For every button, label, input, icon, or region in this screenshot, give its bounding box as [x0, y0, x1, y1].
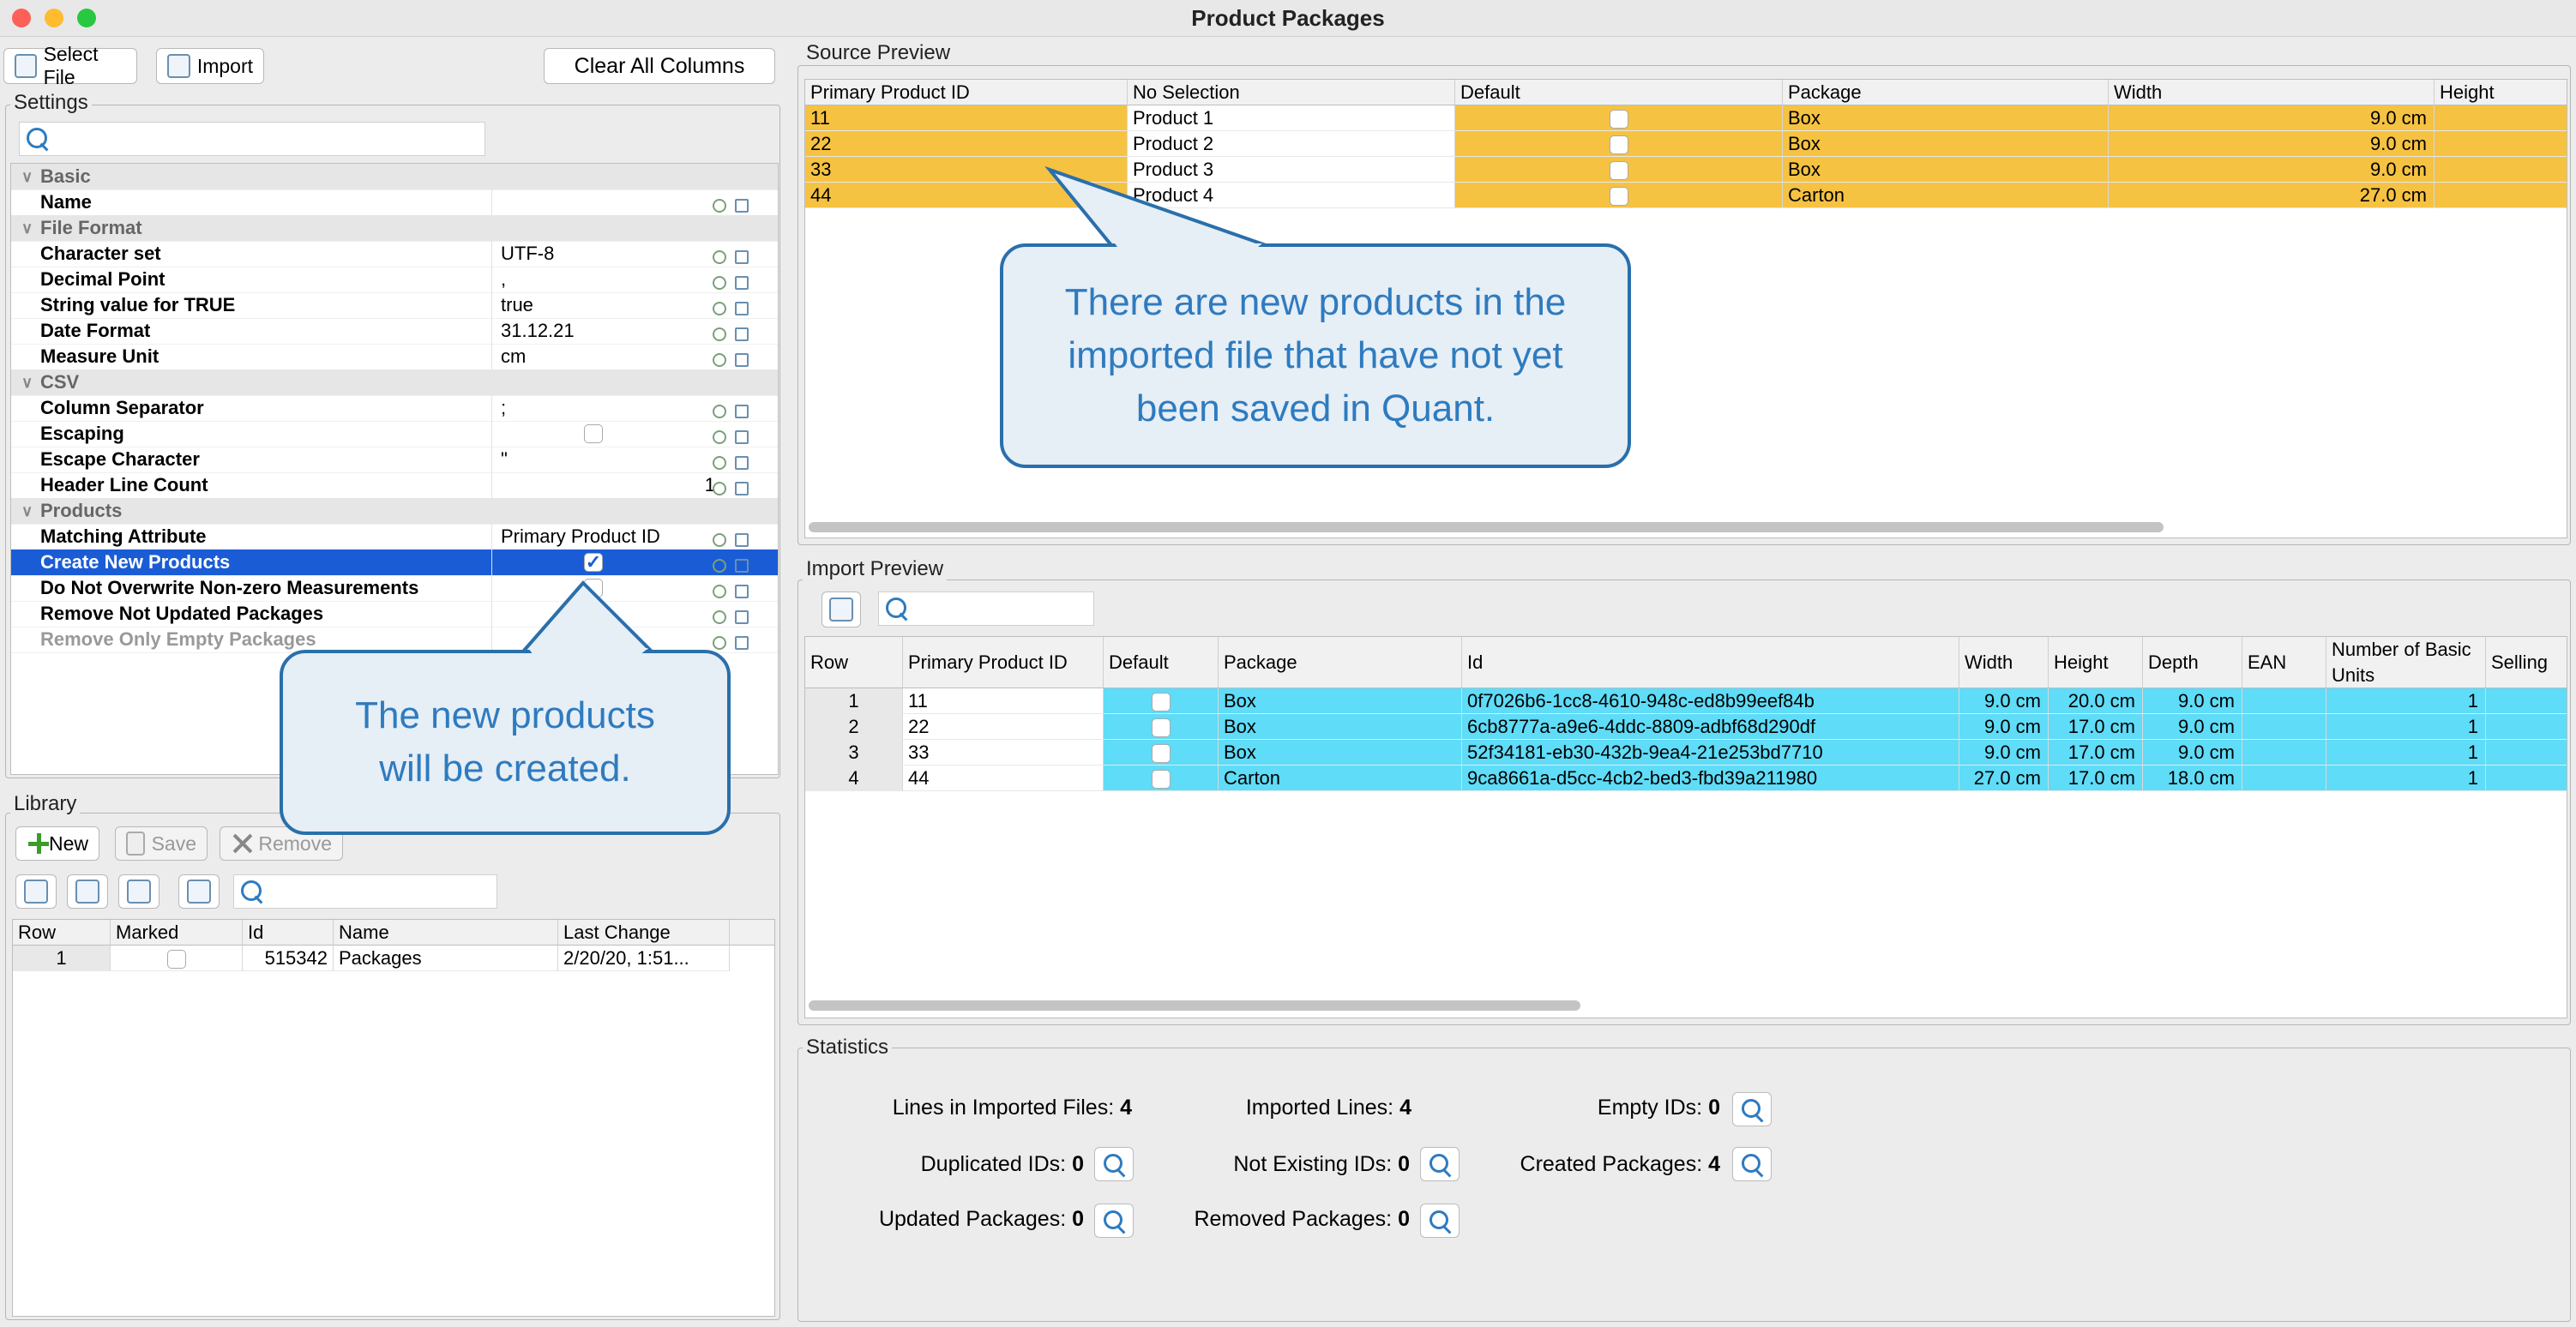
callout-pointer-fills [528, 243, 1262, 655]
